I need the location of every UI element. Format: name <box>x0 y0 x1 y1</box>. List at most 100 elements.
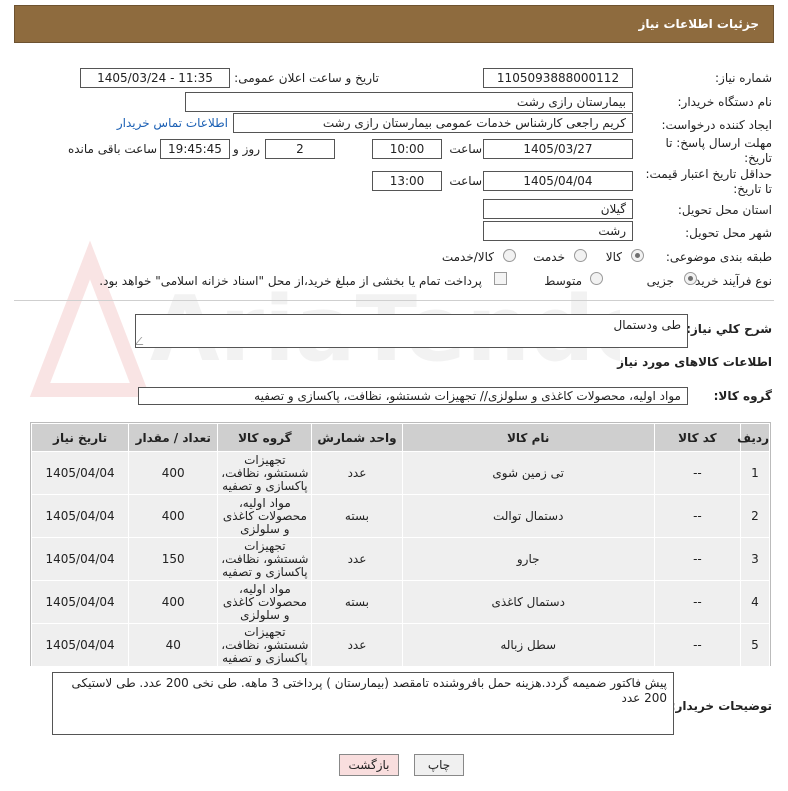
days-label: روز و <box>233 142 260 156</box>
price-validity-label: حداقل تاریخ اعتبار قیمت: تا تاریخ: <box>645 167 772 196</box>
cell-item-code: -- <box>653 494 741 538</box>
print-button[interactable]: چاپ <box>414 754 464 776</box>
cell-quantity: 400 <box>128 494 219 538</box>
need-summary-label: شرح کلي نياز: <box>686 322 772 336</box>
goods-group-field: مواد اولیه، محصولات کاغذی و سلولزی// تجه… <box>138 387 688 405</box>
cell-quantity: 400 <box>128 580 219 624</box>
buyer-notes-text: پیش فاکتور ضمیمه گردد.هزینه حمل بافروشند… <box>71 676 667 705</box>
process-radio-minor[interactable] <box>684 272 697 285</box>
cell-item-name: دستمال توالت <box>401 494 655 538</box>
cell-item-group: تجهیزات شستشو، نظافت، پاکسازی و تصفیه <box>217 451 313 495</box>
delivery-province-label: استان محل تحویل: <box>677 203 772 217</box>
delivery-city-label: شهر محل تحویل: <box>685 226 772 240</box>
remaining-time-field: 19:45:45 <box>160 139 230 159</box>
col-header-unit: واحد شمارش <box>311 423 403 452</box>
process-option-minor: جزیی <box>646 274 674 288</box>
need-summary-field: طی ودستمال <box>135 314 688 348</box>
cell-quantity: 400 <box>128 451 219 495</box>
table-row: 5 -- سطل زباله عدد تجهیزات شستشو، نظافت،… <box>30 623 771 667</box>
cell-need-date: 1405/04/04 <box>30 623 130 667</box>
col-header-item-group: گروه کالا <box>217 423 313 452</box>
cell-unit: عدد <box>311 537 403 581</box>
category-radio-goods[interactable] <box>631 249 644 262</box>
buyer-contact-link[interactable]: اطلاعات تماس خریدار <box>117 116 228 130</box>
cell-item-group: تجهیزات شستشو، نظافت، پاکسازی و تصفیه <box>217 537 313 581</box>
cell-need-date: 1405/04/04 <box>30 537 130 581</box>
cell-quantity: 40 <box>128 623 219 667</box>
cell-item-name: سطل زباله <box>401 623 655 667</box>
need-number-label: شماره نیاز: <box>715 71 772 85</box>
deadline-label: مهلت ارسال پاسخ: تا تاریخ: <box>665 136 772 165</box>
col-header-item-name: نام کالا <box>401 423 655 452</box>
category-radio-service[interactable] <box>574 249 587 262</box>
remaining-time-label: ساعت باقی مانده <box>67 142 157 156</box>
cell-need-date: 1405/04/04 <box>30 494 130 538</box>
category-label: طبقه بندی موضوعی: <box>665 250 772 264</box>
table-row: 3 -- جارو عدد تجهیزات شستشو، نظافت، پاکس… <box>30 537 771 581</box>
cell-row-number: 4 <box>739 580 771 624</box>
deadline-time-field: 10:00 <box>372 139 442 159</box>
cell-unit: بسته <box>311 580 403 624</box>
price-validity-time-label: ساعت <box>449 174 482 188</box>
goods-group-label: گروه کالا: <box>713 389 772 403</box>
delivery-city-field: رشت <box>483 221 633 241</box>
deadline-date-field: 1405/03/27 <box>483 139 633 159</box>
col-header-item-code: کد کالا <box>653 423 741 452</box>
cell-item-name: تی زمین شوی <box>401 451 655 495</box>
days-remaining-field: 2 <box>265 139 335 159</box>
page-title: جزئیات اطلاعات نیاز <box>638 17 759 31</box>
cell-row-number: 2 <box>739 494 771 538</box>
process-type-label: نوع فرآیند خرید : <box>687 274 772 288</box>
cell-item-group: تجهیزات شستشو، نظافت، پاکسازی و تصفیه <box>217 623 313 667</box>
cell-item-group: مواد اولیه، محصولات کاغذی و سلولزی <box>217 580 313 624</box>
process-radio-medium[interactable] <box>590 272 603 285</box>
table-row: 4 -- دستمال کاغذی بسته مواد اولیه، محصول… <box>30 580 771 624</box>
price-validity-time-field: 13:00 <box>372 171 442 191</box>
cell-item-code: -- <box>653 623 741 667</box>
category-option-goods-service: کالا/خدمت <box>441 250 494 264</box>
requester-label: ایجاد کننده درخواست: <box>661 118 772 132</box>
cell-item-name: دستمال کاغذی <box>401 580 655 624</box>
process-option-medium: متوسط <box>544 274 582 288</box>
buyer-notes-label: توضیحات خریدار: <box>670 699 772 713</box>
cell-item-code: -- <box>653 451 741 495</box>
treasury-payment-checkbox[interactable] <box>494 272 507 285</box>
cell-need-date: 1405/04/04 <box>30 451 130 495</box>
cell-unit: بسته <box>311 494 403 538</box>
announce-date-field: 1405/03/24 - 11:35 <box>80 68 230 88</box>
announce-date-label: تاریخ و ساعت اعلان عمومی: <box>234 71 379 85</box>
section-divider <box>14 300 774 301</box>
buyer-notes-field: پیش فاکتور ضمیمه گردد.هزینه حمل بافروشند… <box>52 672 674 735</box>
cell-unit: عدد <box>311 623 403 667</box>
cell-unit: عدد <box>311 451 403 495</box>
cell-need-date: 1405/04/04 <box>30 580 130 624</box>
cell-row-number: 1 <box>739 451 771 495</box>
cell-item-code: -- <box>653 537 741 581</box>
buyer-org-label: نام دستگاه خریدار: <box>677 95 773 109</box>
page-header: جزئیات اطلاعات نیاز <box>14 5 774 43</box>
cell-row-number: 5 <box>739 623 771 667</box>
items-table: ردیف کد کالا نام کالا واحد شمارش گروه کا… <box>30 422 771 667</box>
cell-item-code: -- <box>653 580 741 624</box>
cell-row-number: 3 <box>739 537 771 581</box>
need-number-field: 1105093888000112 <box>483 68 633 88</box>
table-header-row: ردیف کد کالا نام کالا واحد شمارش گروه کا… <box>30 423 771 452</box>
deadline-time-label: ساعت <box>449 142 482 156</box>
col-header-row-number: ردیف <box>737 423 771 452</box>
cell-quantity: 150 <box>128 537 219 581</box>
table-row: 1 -- تی زمین شوی عدد تجهیزات شستشو، نظاف… <box>30 451 771 495</box>
need-summary-text: طی ودستمال <box>613 318 682 332</box>
cell-item-name: جارو <box>401 537 655 581</box>
buyer-org-field: بیمارستان رازی رشت <box>185 92 633 112</box>
price-validity-date-field: 1405/04/04 <box>483 171 633 191</box>
delivery-province-field: گیلان <box>483 199 633 219</box>
goods-section-title: اطلاعات کالاهای مورد نیاز <box>617 355 772 369</box>
category-option-service: خدمت <box>533 250 565 264</box>
resize-grip-icon <box>136 337 150 345</box>
back-button[interactable]: بازگشت <box>339 754 399 776</box>
col-header-need-date: تاریخ نیاز <box>30 423 130 452</box>
cell-item-group: مواد اولیه، محصولات کاغذی و سلولزی <box>217 494 313 538</box>
table-row: 2 -- دستمال توالت بسته مواد اولیه، محصول… <box>30 494 771 538</box>
col-header-quantity: تعداد / مقدار <box>128 423 219 452</box>
category-radio-goods-service[interactable] <box>503 249 516 262</box>
